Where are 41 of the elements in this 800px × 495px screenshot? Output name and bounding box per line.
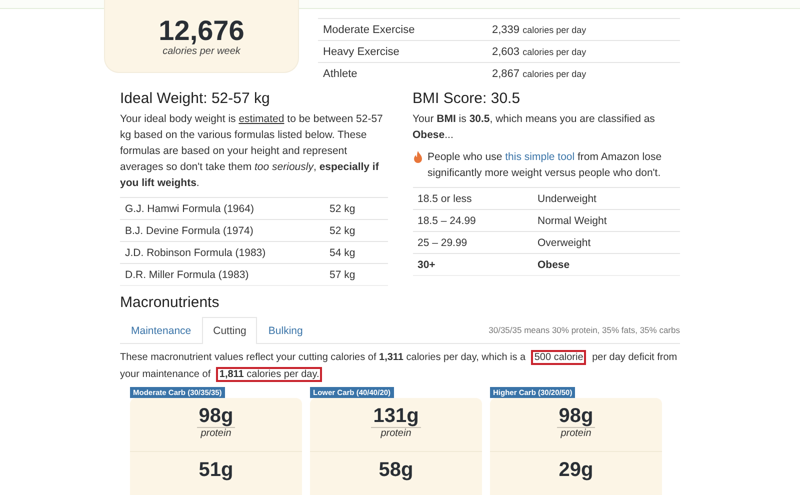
formula-weight: 54 kg (330, 246, 356, 258)
protein-grams: 98g (556, 405, 596, 428)
protein-label: protein (560, 428, 592, 439)
fire-icon (412, 151, 422, 163)
fat-grams: 51g (198, 459, 234, 481)
tab[interactable]: Maintenance (120, 317, 202, 344)
protein-grams: 98g (196, 405, 236, 428)
formula-name: D.R. Miller Formula (1983) (124, 268, 250, 280)
activity-name: Heavy Exercise (322, 46, 400, 58)
bmi-range-row: 18.5 – 24.99 Normal Weight (412, 209, 680, 231)
protein-label: protein (200, 428, 232, 439)
activity-calories: 2,867 calories per day (492, 68, 588, 80)
fat-grams: 58g (378, 459, 414, 481)
weekly-calories-unit: calories per week (162, 46, 240, 56)
bmi-range-row: 30+ Obese (412, 253, 680, 276)
formula-weight: 52 kg (330, 224, 356, 236)
weekly-calories-value: 12,676 (158, 16, 244, 46)
formula-weight: 57 kg (330, 268, 356, 280)
tip-text: People who use this simple tool from Amazon lose significantly more weight versus people who don't. (428, 150, 663, 181)
bmi-title: BMI Score: 30.5 (412, 90, 522, 107)
activity-name: Moderate Exercise (322, 24, 416, 36)
formula-name: G.J. Hamwi Formula (1964) (124, 202, 255, 214)
formula-weight: 52 kg (330, 202, 356, 214)
ideal-weight-description: Your ideal body weight is estimated to be between 52-57 kg based on the various formulas listed below. These formulas are based on your height and represent averages so don't take them too seriously, especially if you lift weights. (120, 112, 384, 191)
protein-label: protein (380, 428, 412, 439)
formula-name: J.D. Robinson Formula (1983) (124, 246, 267, 258)
bmi-range-row: 25 – 29.99 Overweight (412, 231, 680, 253)
activity-calories: 2,339 calories per day (492, 24, 588, 36)
ideal-weight-title: Ideal Weight: 52-57 kg (120, 90, 271, 107)
tab[interactable]: Bulking (257, 317, 314, 344)
formula-name: B.J. Devine Formula (1974) (124, 224, 254, 236)
ratio-legend: 30/35/35 means 30% protein, 35% fats, 35% carbs (488, 325, 680, 343)
bmi-range-row: 18.5 or less Underweight (412, 187, 680, 209)
macronutrients-title: Macronutrients (120, 294, 220, 311)
macronutrient-description: These macronutrient values reflect your cutting calories of 1,311 calories per day, which is a 500 calorie per day deficit from your maintenance of 1,811 calories per day. (120, 349, 678, 383)
fat-grams: 29g (558, 459, 594, 481)
activity-calories: 2,603 calories per day (492, 46, 588, 58)
activity-name: Athlete (322, 68, 358, 80)
tab[interactable]: Cutting (202, 317, 258, 344)
bmi-description: Your BMI is 30.5, which means you are classified as Obese... (412, 112, 656, 143)
protein-grams: 131g (371, 405, 421, 428)
